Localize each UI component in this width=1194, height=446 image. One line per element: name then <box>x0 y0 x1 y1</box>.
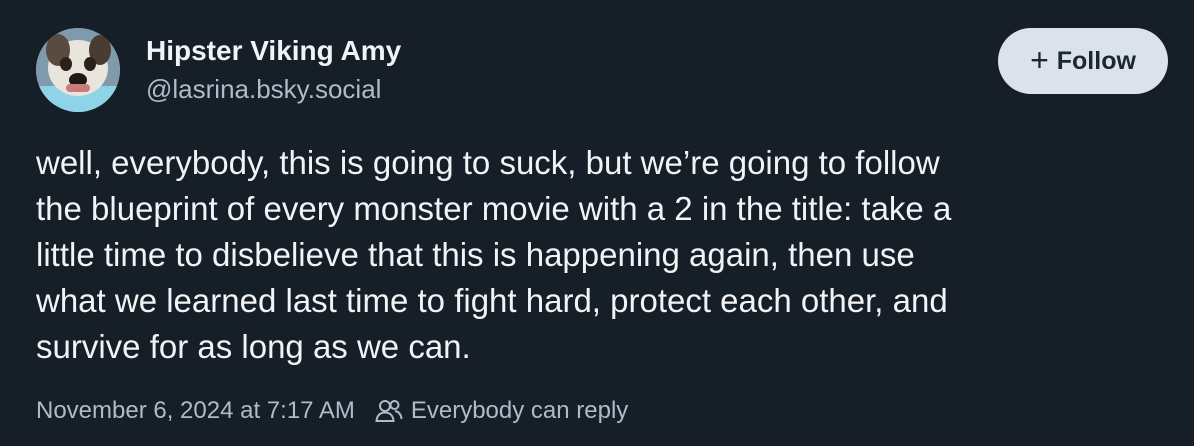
post-text: well, everybody, this is going to suck, … <box>36 140 1166 370</box>
dog-avatar-icon <box>36 28 120 112</box>
avatar[interactable] <box>36 28 120 112</box>
post-meta: November 6, 2024 at 7:17 AM Everybody ca… <box>36 397 628 425</box>
follow-label: Follow <box>1056 46 1136 75</box>
author-handle[interactable]: @lasrina.bsky.social <box>146 72 401 106</box>
plus-icon: + <box>1030 41 1049 78</box>
post-text-line: survive for as long as we can. <box>36 328 471 365</box>
follow-button[interactable]: + Follow <box>998 28 1168 94</box>
post-text-line: well, everybody, this is going to suck, … <box>36 144 940 181</box>
reply-setting[interactable]: Everybody can reply <box>375 397 628 425</box>
post-text-line: the blueprint of every monster movie wit… <box>36 190 952 227</box>
post-card: Hipster Viking Amy @lasrina.bsky.social … <box>0 0 1194 446</box>
display-name[interactable]: Hipster Viking Amy <box>146 34 401 68</box>
post-text-line: what we learned last time to fight hard,… <box>36 282 948 319</box>
post-timestamp[interactable]: November 6, 2024 at 7:17 AM <box>36 397 355 425</box>
reply-setting-label: Everybody can reply <box>410 397 629 424</box>
people-icon <box>375 398 403 424</box>
post-header: Hipster Viking Amy @lasrina.bsky.social … <box>36 28 1168 114</box>
post-text-line: little time to disbelieve that this is h… <box>36 236 915 273</box>
author-names: Hipster Viking Amy @lasrina.bsky.social <box>146 34 401 106</box>
